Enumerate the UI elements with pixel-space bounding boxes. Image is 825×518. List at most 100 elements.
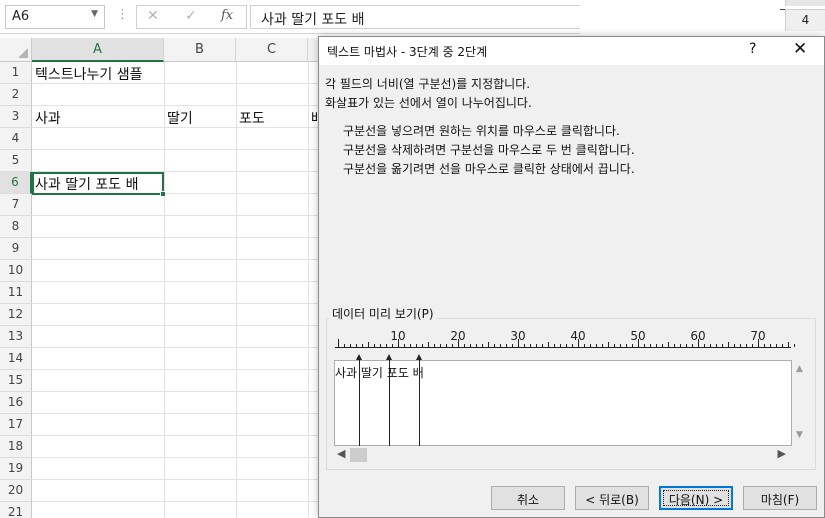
ruler-tick	[758, 339, 759, 347]
ruler-tick	[440, 344, 441, 347]
next-button[interactable]: 다음(N) >	[659, 486, 733, 510]
gridline	[32, 369, 330, 370]
column-header-c[interactable]: C	[236, 38, 308, 62]
ruler-tick	[356, 344, 357, 347]
column-break-line[interactable]	[419, 356, 420, 446]
ruler-tick	[644, 344, 645, 347]
gridline	[32, 259, 330, 260]
row-header[interactable]: 13	[0, 326, 32, 348]
chevron-down-icon[interactable]: ▼	[91, 9, 98, 19]
ruler-tick	[650, 344, 651, 347]
gridline	[32, 391, 330, 392]
gridline	[32, 457, 330, 458]
select-all-button[interactable]	[0, 38, 32, 62]
ruler-tick	[416, 344, 417, 347]
close-icon[interactable]: ✕	[793, 39, 807, 59]
ruler-tick	[548, 342, 549, 347]
row-header[interactable]: 20	[0, 480, 32, 502]
column-ruler[interactable]: 10 20 30 40 50 60 70	[335, 329, 795, 351]
row-header[interactable]: 7	[0, 194, 32, 216]
background-window: 4	[580, 0, 825, 34]
gridline	[32, 501, 330, 502]
scroll-up-icon[interactable]: ▲	[796, 364, 803, 374]
column-header-b[interactable]: B	[164, 38, 236, 62]
ruler-baseline	[335, 347, 791, 348]
instruction-line: 구분선을 옮기려면 선을 마우스로 클릭한 상태에서 끕니다.	[343, 162, 635, 176]
ruler-tick	[632, 344, 633, 347]
cell-a3[interactable]: 사과	[32, 106, 61, 128]
gridline	[32, 149, 330, 150]
ruler-tick	[734, 344, 735, 347]
row-header[interactable]: 21	[0, 502, 32, 518]
ruler-tick	[350, 344, 351, 347]
gridline	[236, 62, 237, 518]
row-header[interactable]: 16	[0, 392, 32, 414]
fill-handle[interactable]	[160, 191, 166, 197]
formula-input[interactable]: 사과 딸기 포도 배	[250, 5, 580, 29]
ruler-tick	[728, 342, 729, 347]
row-header[interactable]: 4	[0, 128, 32, 150]
preview-vertical-scrollbar[interactable]: ▲ ▼	[793, 360, 810, 446]
row-header[interactable]: 12	[0, 304, 32, 326]
ruler-tick	[482, 344, 483, 347]
row-header[interactable]: 2	[0, 84, 32, 106]
column-break-line[interactable]	[359, 356, 360, 446]
row-header[interactable]: 19	[0, 458, 32, 480]
ruler-tick	[524, 344, 525, 347]
name-box-value: A6	[12, 9, 30, 24]
insert-function-icon[interactable]: fx	[221, 8, 233, 23]
row-header[interactable]: 9	[0, 238, 32, 260]
ruler-tick	[686, 344, 687, 347]
row-header[interactable]: 14	[0, 348, 32, 370]
row-header[interactable]: 15	[0, 370, 32, 392]
ruler-tick	[338, 339, 339, 347]
column-break-line[interactable]	[389, 356, 390, 446]
ruler-tick	[530, 344, 531, 347]
cancel-button[interactable]: 취소	[491, 486, 565, 510]
row-header[interactable]: 3	[0, 106, 32, 128]
ruler-tick	[380, 344, 381, 347]
finish-button[interactable]: 마침(F)	[743, 486, 817, 510]
row-header[interactable]: 11	[0, 282, 32, 304]
scroll-thumb[interactable]	[350, 448, 367, 462]
row-header[interactable]: 10	[0, 260, 32, 282]
help-icon[interactable]: ?	[749, 41, 756, 57]
cell-b3[interactable]: 딸기	[164, 106, 193, 128]
description-line: 각 필드의 너비(열 구분선)를 지정합니다.	[325, 77, 531, 91]
scroll-down-icon[interactable]: ▼	[796, 430, 803, 440]
preview-horizontal-scrollbar[interactable]: ◀ ▶	[334, 446, 792, 464]
column-header-a[interactable]: A	[32, 38, 164, 62]
name-box[interactable]: A6 ▼	[5, 5, 105, 29]
ruler-tick	[434, 344, 435, 347]
ruler-tick	[404, 344, 405, 347]
ruler-tick	[452, 344, 453, 347]
dialog-titlebar[interactable]: 텍스트 마법사 - 3단계 중 2단계 ? ✕	[319, 37, 824, 65]
row-header[interactable]: 17	[0, 414, 32, 436]
gridline	[32, 237, 330, 238]
ruler-tick	[578, 339, 579, 347]
ruler-tick	[554, 344, 555, 347]
cancel-icon[interactable]: ✕	[147, 8, 159, 24]
row-header[interactable]: 5	[0, 150, 32, 172]
ruler-tick	[704, 344, 705, 347]
back-button[interactable]: < 뒤로(B)	[575, 486, 649, 510]
ruler-tick	[626, 344, 627, 347]
row-header[interactable]: 8	[0, 216, 32, 238]
ruler-tick	[668, 342, 669, 347]
row-header[interactable]: 18	[0, 436, 32, 458]
row-header[interactable]: 6	[0, 172, 32, 194]
ruler-tick	[464, 344, 465, 347]
cell-a1[interactable]: 텍스트나누기 샘플	[32, 62, 143, 84]
row-header[interactable]: 1	[0, 62, 32, 84]
scroll-left-icon[interactable]: ◀	[337, 447, 345, 460]
cell-c3[interactable]: 포도	[236, 106, 265, 128]
preview-text: 사과 딸기 포도 배	[335, 366, 424, 380]
enter-icon[interactable]: ✓	[185, 8, 197, 24]
ruler-tick	[458, 339, 459, 347]
worksheet-grid[interactable]: A B C 1 2 3 4 5 6 7 8 9 10 11 12 13 14 1…	[0, 38, 330, 518]
break-arrow-icon	[386, 354, 392, 360]
scroll-right-icon[interactable]: ▶	[778, 447, 786, 460]
data-preview-box[interactable]: 사과 딸기 포도 배	[334, 354, 792, 446]
gridline	[164, 62, 165, 518]
more-options-icon: ⋮	[116, 7, 129, 22]
